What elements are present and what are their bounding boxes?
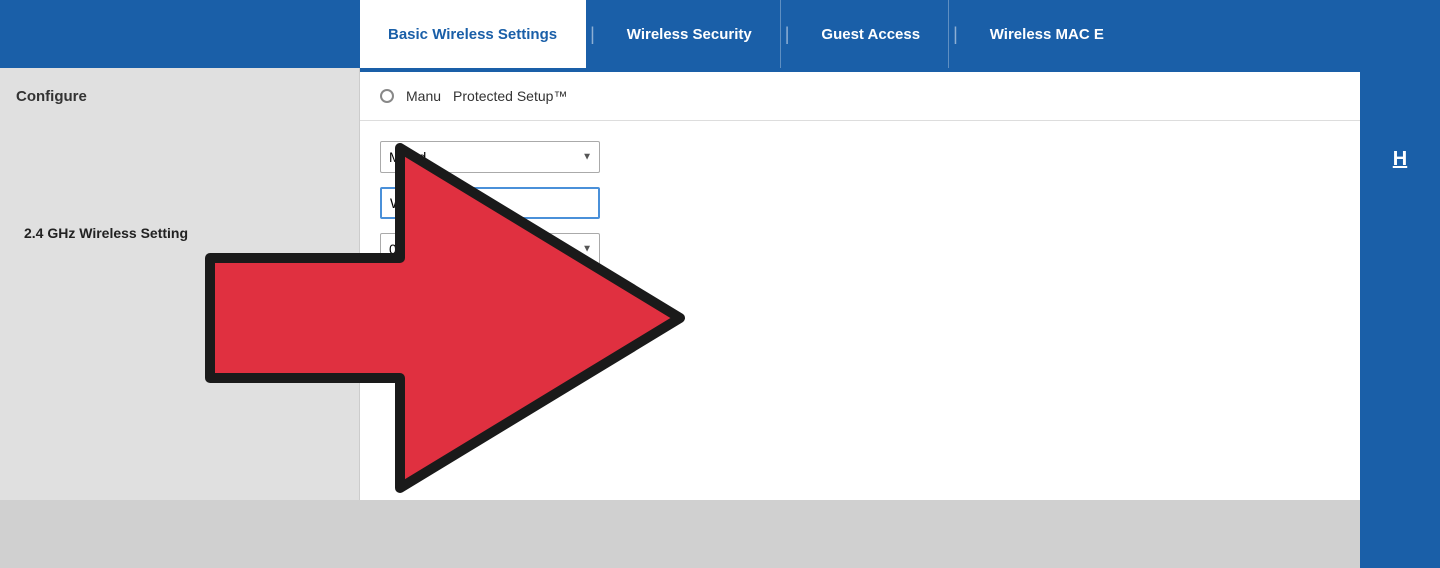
tab-wireless-mac[interactable]: Wireless MAC E xyxy=(962,0,1440,68)
channel-wrapper: 0 Auto 1 6 11 xyxy=(380,279,520,311)
page-wrapper: Basic Wireless Settings | Wireless Secur… xyxy=(0,0,1440,500)
form-area: Mixed Wireless-B Only Wireless-G Only Wi… xyxy=(360,121,1440,361)
channel-width-row: 0 MHz Only 20 MHz Only 40 MHz Only Auto xyxy=(380,233,1420,265)
protected-setup-text: Protected Setup™ xyxy=(453,88,567,104)
nav-sep-3: | xyxy=(949,0,962,68)
network-mode-row: Mixed Wireless-B Only Wireless-G Only Wi… xyxy=(380,141,1420,173)
configure-title: Configure xyxy=(16,88,343,105)
channel-width-select[interactable]: 0 MHz Only 20 MHz Only 40 MHz Only Auto xyxy=(380,233,600,265)
manual-label: Manu xyxy=(406,88,441,104)
top-nav: Basic Wireless Settings | Wireless Secur… xyxy=(0,0,1440,68)
tab-basic-wireless[interactable]: Basic Wireless Settings xyxy=(360,0,586,68)
ssid-broadcast-disabled-option: Disabled xyxy=(442,325,516,341)
nav-sep-1: | xyxy=(586,0,599,68)
setup-row: Manu Protected Setup™ xyxy=(360,72,1440,121)
left-sidebar: Configure 2.4 GHz Wireless Setting xyxy=(0,68,360,500)
content-panel: Manu Protected Setup™ Mixed Wireless-B O… xyxy=(360,68,1440,500)
ssid-broadcast-row: bled Disabled xyxy=(380,325,1420,341)
nav-sep-2: | xyxy=(781,0,794,68)
ssid-input[interactable] xyxy=(380,187,600,219)
disabled-label: Disabled xyxy=(462,325,516,341)
right-sidebar: H xyxy=(1360,68,1440,568)
tab-guest-access[interactable]: Guest Access xyxy=(793,0,949,68)
help-link[interactable]: H xyxy=(1393,148,1407,171)
tab-wireless-security[interactable]: Wireless Security xyxy=(599,0,781,68)
channel-width-wrapper: 0 MHz Only 20 MHz Only 40 MHz Only Auto xyxy=(380,233,600,265)
ssid-broadcast-enabled-option: bled xyxy=(380,325,426,341)
network-mode-wrapper: Mixed Wireless-B Only Wireless-G Only Wi… xyxy=(380,141,600,173)
channel-select[interactable]: 0 Auto 1 6 11 xyxy=(380,279,520,311)
channel-row: 0 Auto 1 6 11 xyxy=(380,279,1420,311)
section-24ghz-label: 2.4 GHz Wireless Setting xyxy=(16,225,343,241)
network-mode-select[interactable]: Mixed Wireless-B Only Wireless-G Only Wi… xyxy=(380,141,600,173)
radio-manual[interactable] xyxy=(380,89,394,103)
main-content: Configure 2.4 GHz Wireless Setting Manu … xyxy=(0,68,1440,500)
ssid-row xyxy=(380,187,1420,219)
enabled-label: bled xyxy=(400,325,426,341)
radio-enabled[interactable] xyxy=(380,326,394,340)
radio-disabled[interactable] xyxy=(442,326,456,340)
